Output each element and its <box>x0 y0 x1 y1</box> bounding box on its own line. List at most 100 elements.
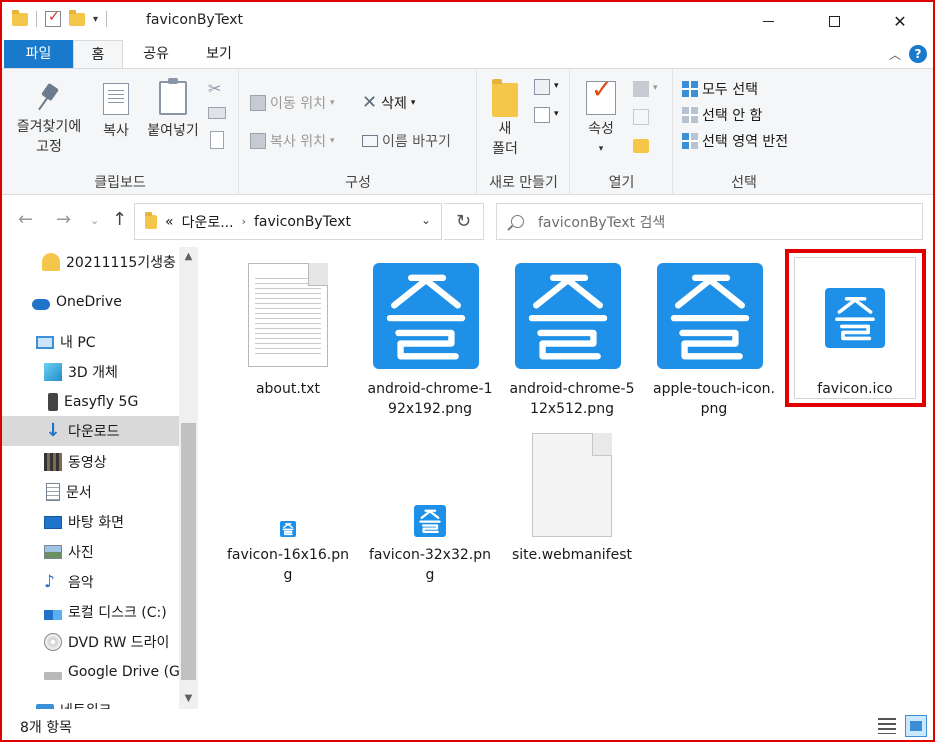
sidebar-item-local-disk[interactable]: 로컬 디스크 (C:) <box>2 597 179 627</box>
collapse-ribbon-icon[interactable]: ︿ <box>889 46 901 63</box>
file-item-android-512[interactable]: android-chrome-512x512.png <box>508 259 636 419</box>
address-overflow[interactable]: « <box>165 214 174 230</box>
new-folder-icon[interactable] <box>69 9 85 26</box>
favicon-glyph-shape <box>419 509 441 533</box>
tab-home[interactable]: 홈 <box>73 40 123 69</box>
copy-button[interactable]: 복사 <box>94 83 138 141</box>
sidebar-item-pictures[interactable]: 사진 <box>2 537 179 567</box>
qat-divider <box>36 11 37 27</box>
favicon-glyph-shape <box>670 274 750 360</box>
new-item-icon[interactable] <box>534 79 550 95</box>
sidebar-item-google-drive[interactable]: Google Drive (G <box>2 657 179 687</box>
sidebar-item-label: 바탕 화면 <box>68 515 124 531</box>
sidebar-item-downloads[interactable]: ↓ 다운로드 <box>2 416 179 446</box>
sidebar-item-onedrive[interactable]: OneDrive <box>2 287 179 317</box>
select-none-label: 선택 안 함 <box>702 108 763 124</box>
address-bar[interactable]: « 다운로... › faviconByText ⌄ <box>134 203 442 240</box>
details-view-icon[interactable] <box>878 718 896 734</box>
file-item-apple-touch[interactable]: apple-touch-icon.png <box>650 259 778 419</box>
file-item-favicon-16[interactable]: favicon-16x16.png <box>224 429 352 589</box>
breadcrumb-parent[interactable]: 다운로... <box>182 212 234 232</box>
search-box[interactable]: faviconByText 검색 <box>496 203 923 240</box>
rename-icon <box>362 135 378 147</box>
sidebar-item-desktop[interactable]: 바탕 화면 <box>2 507 179 537</box>
maximize-button[interactable] <box>801 2 867 40</box>
sidebar-item-user[interactable]: 20211115기생충 <box>2 247 179 277</box>
file-item-favicon-ico[interactable]: favicon.ico <box>791 259 919 399</box>
qat-dropdown-icon[interactable]: ▾ <box>93 14 98 25</box>
chevron-down-icon[interactable]: ▾ <box>554 109 559 119</box>
sidebar-item-music[interactable]: ♪ 음악 <box>2 567 179 597</box>
forward-arrow-icon[interactable]: → <box>56 209 71 230</box>
group-label-open: 열기 <box>608 175 635 191</box>
file-item-android-192[interactable]: android-chrome-192x192.png <box>366 259 494 419</box>
breadcrumb-separator-icon[interactable]: › <box>242 215 246 228</box>
favicon-glyph-shape <box>386 274 466 360</box>
sidebar-item-documents[interactable]: 문서 <box>2 477 179 507</box>
sidebar-item-this-pc[interactable]: 내 PC <box>2 327 179 357</box>
large-icons-view-icon[interactable] <box>905 715 927 737</box>
address-dropdown-icon[interactable]: ⌄ <box>421 213 431 227</box>
invert-selection-button[interactable]: 선택 영역 반전 <box>682 131 788 151</box>
properties-label: 속성 <box>588 121 614 137</box>
file-name: site.webmanifest <box>512 547 632 563</box>
rename-button[interactable]: 이름 바꾸기 <box>362 131 451 151</box>
paste-shortcut-icon[interactable] <box>210 131 224 149</box>
pin-quick-access-button[interactable]: 즐겨찾기에 고정 <box>8 83 90 157</box>
select-all-icon <box>682 81 698 97</box>
recent-locations-icon[interactable]: ⌄ <box>90 214 99 227</box>
easy-access-icon[interactable] <box>534 107 550 123</box>
file-name: android-chrome-192x192.png <box>367 381 493 417</box>
group-new: 새 폴더 ▾ ▾ 새로 만들기 <box>478 69 570 195</box>
delete-button[interactable]: ✕ 삭제 ▾ <box>362 93 415 113</box>
sidebar-item-network[interactable]: 네트워크 <box>2 695 179 709</box>
paste-label: 붙여넣기 <box>147 123 199 139</box>
copy-path-icon[interactable] <box>208 107 226 119</box>
copy-to-button[interactable]: 복사 위치 ▾ <box>250 131 335 151</box>
group-label-clipboard: 클립보드 <box>94 175 146 191</box>
sidebar-item-easyfly[interactable]: Easyfly 5G <box>2 387 179 417</box>
chevron-down-icon[interactable]: ▾ <box>653 83 658 93</box>
scroll-up-icon[interactable]: ▲ <box>179 251 198 262</box>
history-icon[interactable] <box>633 139 649 153</box>
properties-button[interactable]: 속성 ▾ <box>579 80 623 159</box>
scroll-down-icon[interactable]: ▼ <box>179 693 198 704</box>
disk-icon <box>44 610 62 620</box>
copy-icon <box>103 83 129 115</box>
move-to-button[interactable]: 이동 위치 ▾ <box>250 93 335 113</box>
new-folder-button[interactable]: 새 폴더 <box>482 79 528 159</box>
chevron-down-icon[interactable]: ▾ <box>554 81 559 91</box>
paste-button[interactable]: 붙여넣기 <box>142 78 204 141</box>
sidebar-item-videos[interactable]: 동영상 <box>2 447 179 477</box>
select-all-button[interactable]: 모두 선택 <box>682 79 758 99</box>
tab-share[interactable]: 공유 <box>127 40 185 69</box>
help-icon[interactable]: ? <box>909 45 927 63</box>
tab-view[interactable]: 보기 <box>189 40 249 69</box>
tab-file[interactable]: 파일 <box>4 40 73 69</box>
open-icon[interactable] <box>633 81 649 97</box>
sidebar-item-3d-objects[interactable]: 3D 개체 <box>2 357 179 387</box>
file-item-webmanifest[interactable]: site.webmanifest <box>508 429 636 589</box>
file-item-about[interactable]: about.txt <box>224 259 352 399</box>
navigation-bar: ← → ⌄ ↑ « 다운로... › faviconByText ⌄ ↻ fav… <box>2 195 933 247</box>
sidebar-scrollbar[interactable]: ▲ ▼ <box>179 247 198 709</box>
refresh-button[interactable]: ↻ <box>444 203 484 240</box>
sidebar-item-label: 로컬 디스크 (C:) <box>68 605 167 621</box>
picture-icon <box>44 545 62 559</box>
close-button[interactable]: ✕ <box>867 2 933 40</box>
cut-icon[interactable]: ✂ <box>208 79 221 98</box>
back-arrow-icon[interactable]: ← <box>18 209 33 230</box>
file-name: about.txt <box>255 381 321 397</box>
window-title: faviconByText <box>146 12 244 28</box>
new-folder-label-line1: 새 <box>498 121 512 137</box>
scroll-thumb[interactable] <box>181 423 196 680</box>
properties-check-icon[interactable] <box>45 9 61 27</box>
copy-to-label: 복사 위치 <box>270 134 326 150</box>
sidebar-item-dvd[interactable]: DVD RW 드라이 <box>2 627 179 657</box>
breadcrumb-current[interactable]: faviconByText <box>254 214 351 230</box>
up-arrow-icon[interactable]: ↑ <box>112 209 127 230</box>
edit-icon[interactable] <box>633 109 649 125</box>
select-none-button[interactable]: 선택 안 함 <box>682 105 762 125</box>
minimize-button[interactable] <box>735 2 801 40</box>
file-item-favicon-32[interactable]: favicon-32x32.png <box>366 429 494 589</box>
